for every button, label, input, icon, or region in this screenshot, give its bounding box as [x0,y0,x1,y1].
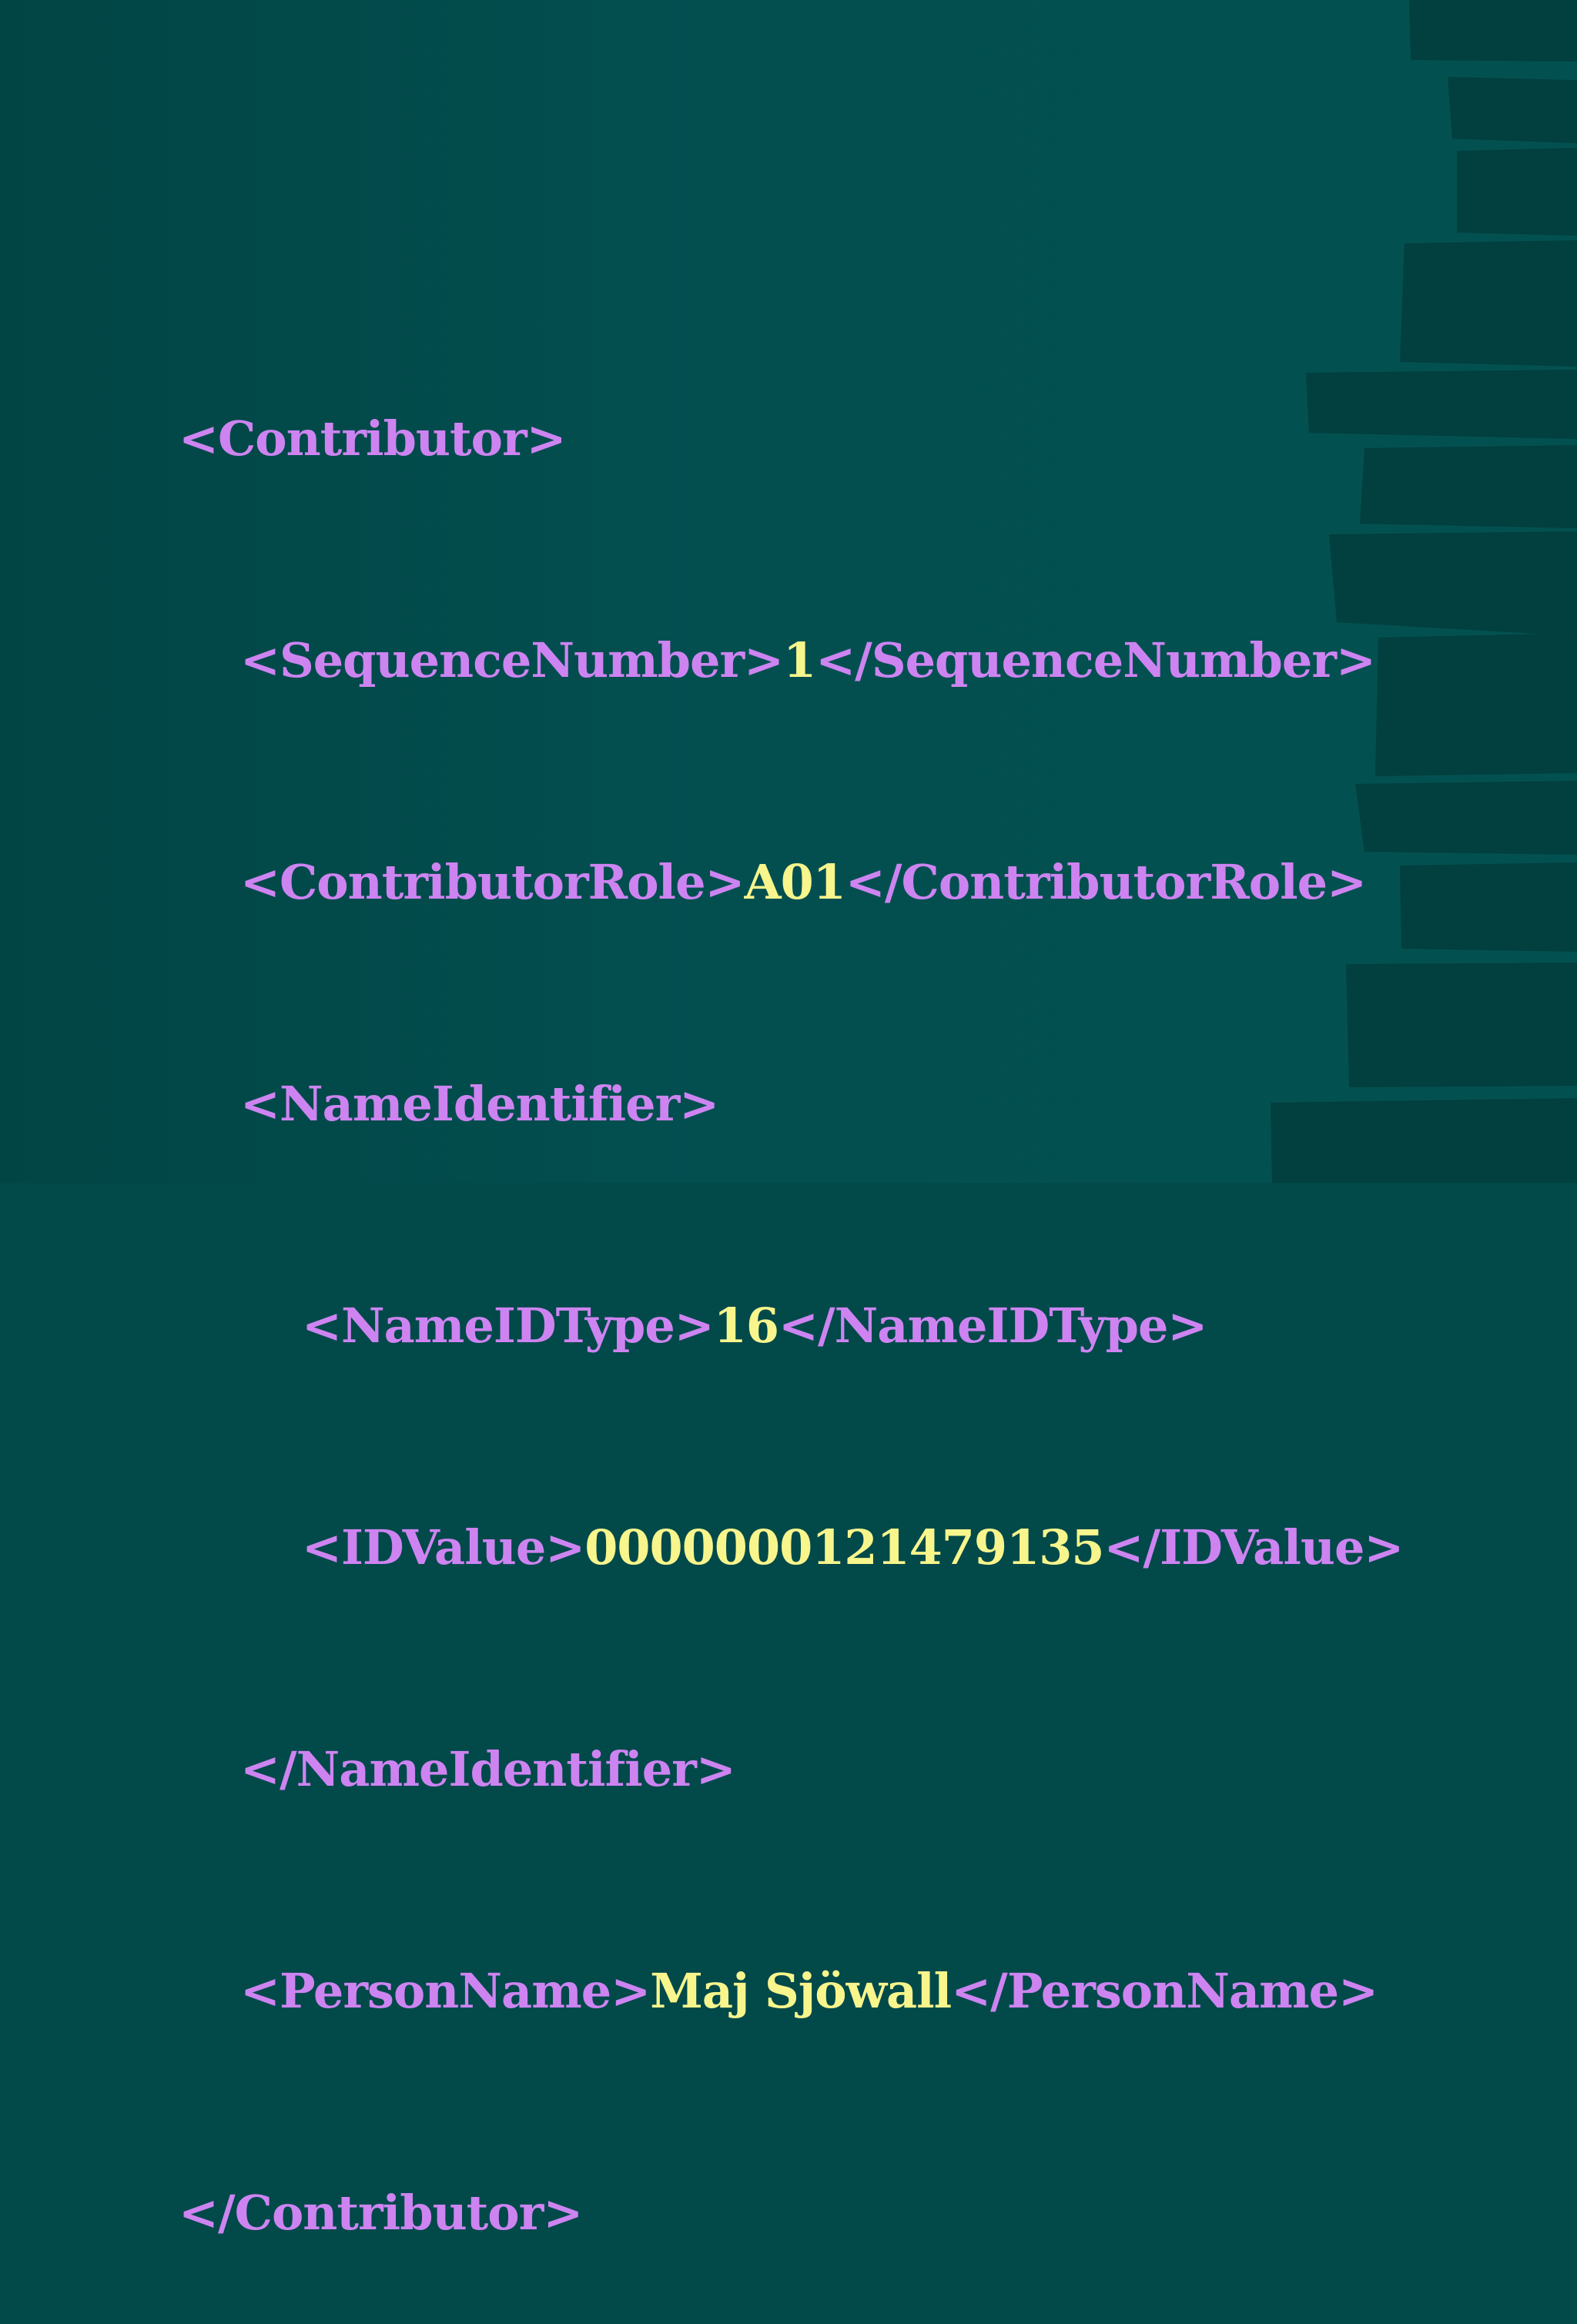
name-id-type-close-tag: </NameIDType> [778,1298,1207,1354]
code-line-sequence-number: <SequenceNumber>1</SequenceNumber> [179,624,1403,698]
stripe [1400,240,1577,367]
stripe [1448,77,1577,143]
contributor-role-close-tag: </ContributorRole> [845,854,1367,910]
code-line-id-value: <IDValue>0000000121479135</IDValue> [179,1511,1404,1585]
stripe [1457,148,1577,236]
person-name-open-tag: <PersonName> [240,1963,651,2019]
stripe [1400,862,1577,952]
stripe [1409,0,1577,62]
sequence-number-open-tag: <SequenceNumber> [240,632,784,688]
id-value-value: 0000000121479135 [584,1519,1104,1576]
xml-code-snippet: <Contributor> <SequenceNumber>1</Sequenc… [179,254,1404,2324]
sequence-number-close-tag: </SequenceNumber> [815,632,1376,688]
code-line-name-id-type: <NameIDType>16</NameIDType> [179,1289,1403,1363]
code-line-contributor-role: <ContributorRole>A01</ContributorRole> [179,846,1403,919]
stripe [1375,633,1577,776]
code-line-contributor-close: </Contributor> [179,2176,1403,2250]
id-value-close-tag: </IDValue> [1103,1519,1404,1576]
id-value-open-tag: <IDValue> [302,1519,585,1576]
contributor-close-tag: </Contributor> [179,2185,583,2241]
contributor-role-open-tag: <ContributorRole> [240,854,745,910]
code-line-person-name: <PersonName>Maj Sjöwall</PersonName> [179,1954,1403,2028]
code-line-contributor-open: <Contributor> [179,402,1403,476]
sequence-number-value: 1 [783,632,816,688]
person-name-value: Maj Sjöwall [650,1963,952,2019]
name-id-type-value: 16 [713,1298,779,1354]
code-line-name-identifier-open: <NameIdentifier> [179,1067,1403,1141]
person-name-close-tag: </PersonName> [951,1963,1378,2019]
name-identifier-close-tag: </NameIdentifier> [240,1741,736,1797]
contributor-role-value: A01 [744,854,846,910]
code-line-name-identifier-close: </NameIdentifier> [179,1733,1403,1807]
name-identifier-open-tag: <NameIdentifier> [240,1076,719,1132]
name-id-type-open-tag: <NameIDType> [302,1298,715,1354]
contributor-open-tag: <Contributor> [179,410,567,467]
